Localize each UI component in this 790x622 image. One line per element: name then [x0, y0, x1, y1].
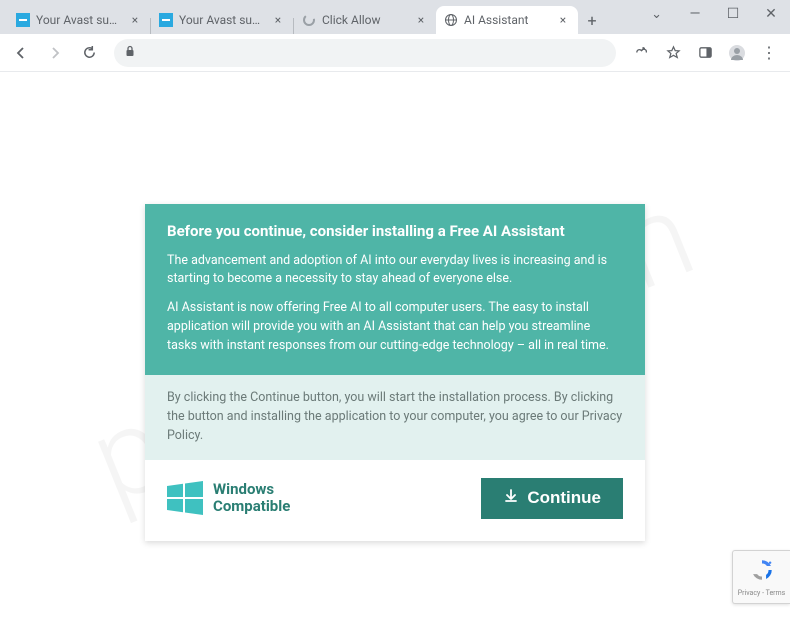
tab-avast-2[interactable]: Your Avast subscription ×: [151, 6, 293, 34]
recaptcha-badge[interactable]: Privacy - Terms: [732, 550, 790, 604]
close-icon[interactable]: ×: [271, 13, 285, 27]
recaptcha-icon: [749, 557, 775, 587]
chevron-down-icon[interactable]: ⌄: [641, 7, 672, 22]
card-header: Before you continue, consider installing…: [145, 204, 645, 376]
windows-compatible-text: Windows Compatible: [213, 481, 290, 516]
windows-compatible-badge: Windows Compatible: [167, 480, 290, 516]
tab-title: Your Avast subscription: [36, 13, 122, 27]
maximize-button[interactable]: ☐: [714, 0, 752, 28]
tab-click-allow[interactable]: Click Allow ×: [294, 6, 436, 34]
tab-title: Your Avast subscription: [179, 13, 265, 27]
back-button[interactable]: [6, 38, 36, 68]
recaptcha-footer: Privacy - Terms: [738, 589, 786, 597]
window-controls: ⌄ — ☐ ✕: [641, 0, 790, 28]
card-paragraph-1: The advancement and adoption of AI into …: [167, 252, 623, 290]
page-content: pcrisk.com Before you continue, consider…: [0, 72, 790, 622]
disclaimer-text: By clicking the Continue button, you wil…: [167, 390, 622, 443]
address-bar[interactable]: [114, 39, 616, 67]
compat-line2: Compatible: [213, 498, 290, 515]
side-panel-icon[interactable]: [690, 38, 720, 68]
tab-ai-assistant[interactable]: AI Assistant ×: [436, 6, 578, 34]
new-tab-button[interactable]: +: [578, 6, 606, 34]
share-icon[interactable]: [626, 38, 656, 68]
compat-line1: Windows: [213, 481, 290, 498]
globe-icon: [444, 13, 458, 27]
windows-logo-icon: [167, 480, 203, 516]
close-icon[interactable]: ×: [128, 13, 142, 27]
kebab-menu-icon[interactable]: ⋮: [754, 38, 784, 68]
reload-button[interactable]: [74, 38, 104, 68]
close-window-button[interactable]: ✕: [752, 0, 790, 28]
tab-title: Click Allow: [322, 13, 408, 27]
continue-label: Continue: [527, 488, 601, 508]
plus-icon: +: [587, 11, 596, 30]
installer-card: Before you continue, consider installing…: [145, 204, 645, 541]
favicon-blue-square: [159, 13, 173, 27]
card-footer: Windows Compatible Continue: [145, 460, 645, 541]
tab-avast-1[interactable]: Your Avast subscription ×: [8, 6, 150, 34]
card-paragraph-2: AI Assistant is now offering Free AI to …: [167, 299, 623, 355]
close-icon[interactable]: ×: [556, 13, 570, 27]
browser-toolbar: ⋮: [0, 34, 790, 72]
profile-avatar-icon[interactable]: [722, 38, 752, 68]
forward-button[interactable]: [40, 38, 70, 68]
tab-title: AI Assistant: [464, 13, 550, 27]
card-disclaimer: By clicking the Continue button, you wil…: [145, 375, 645, 459]
bookmark-star-icon[interactable]: [658, 38, 688, 68]
favicon-blue-square: [16, 13, 30, 27]
card-heading: Before you continue, consider installing…: [167, 222, 623, 240]
continue-button[interactable]: Continue: [481, 478, 623, 519]
download-icon: [503, 488, 519, 509]
lock-icon: [124, 45, 136, 60]
spinner-icon: [302, 13, 316, 27]
minimize-button[interactable]: —: [676, 0, 714, 28]
close-icon[interactable]: ×: [414, 13, 428, 27]
